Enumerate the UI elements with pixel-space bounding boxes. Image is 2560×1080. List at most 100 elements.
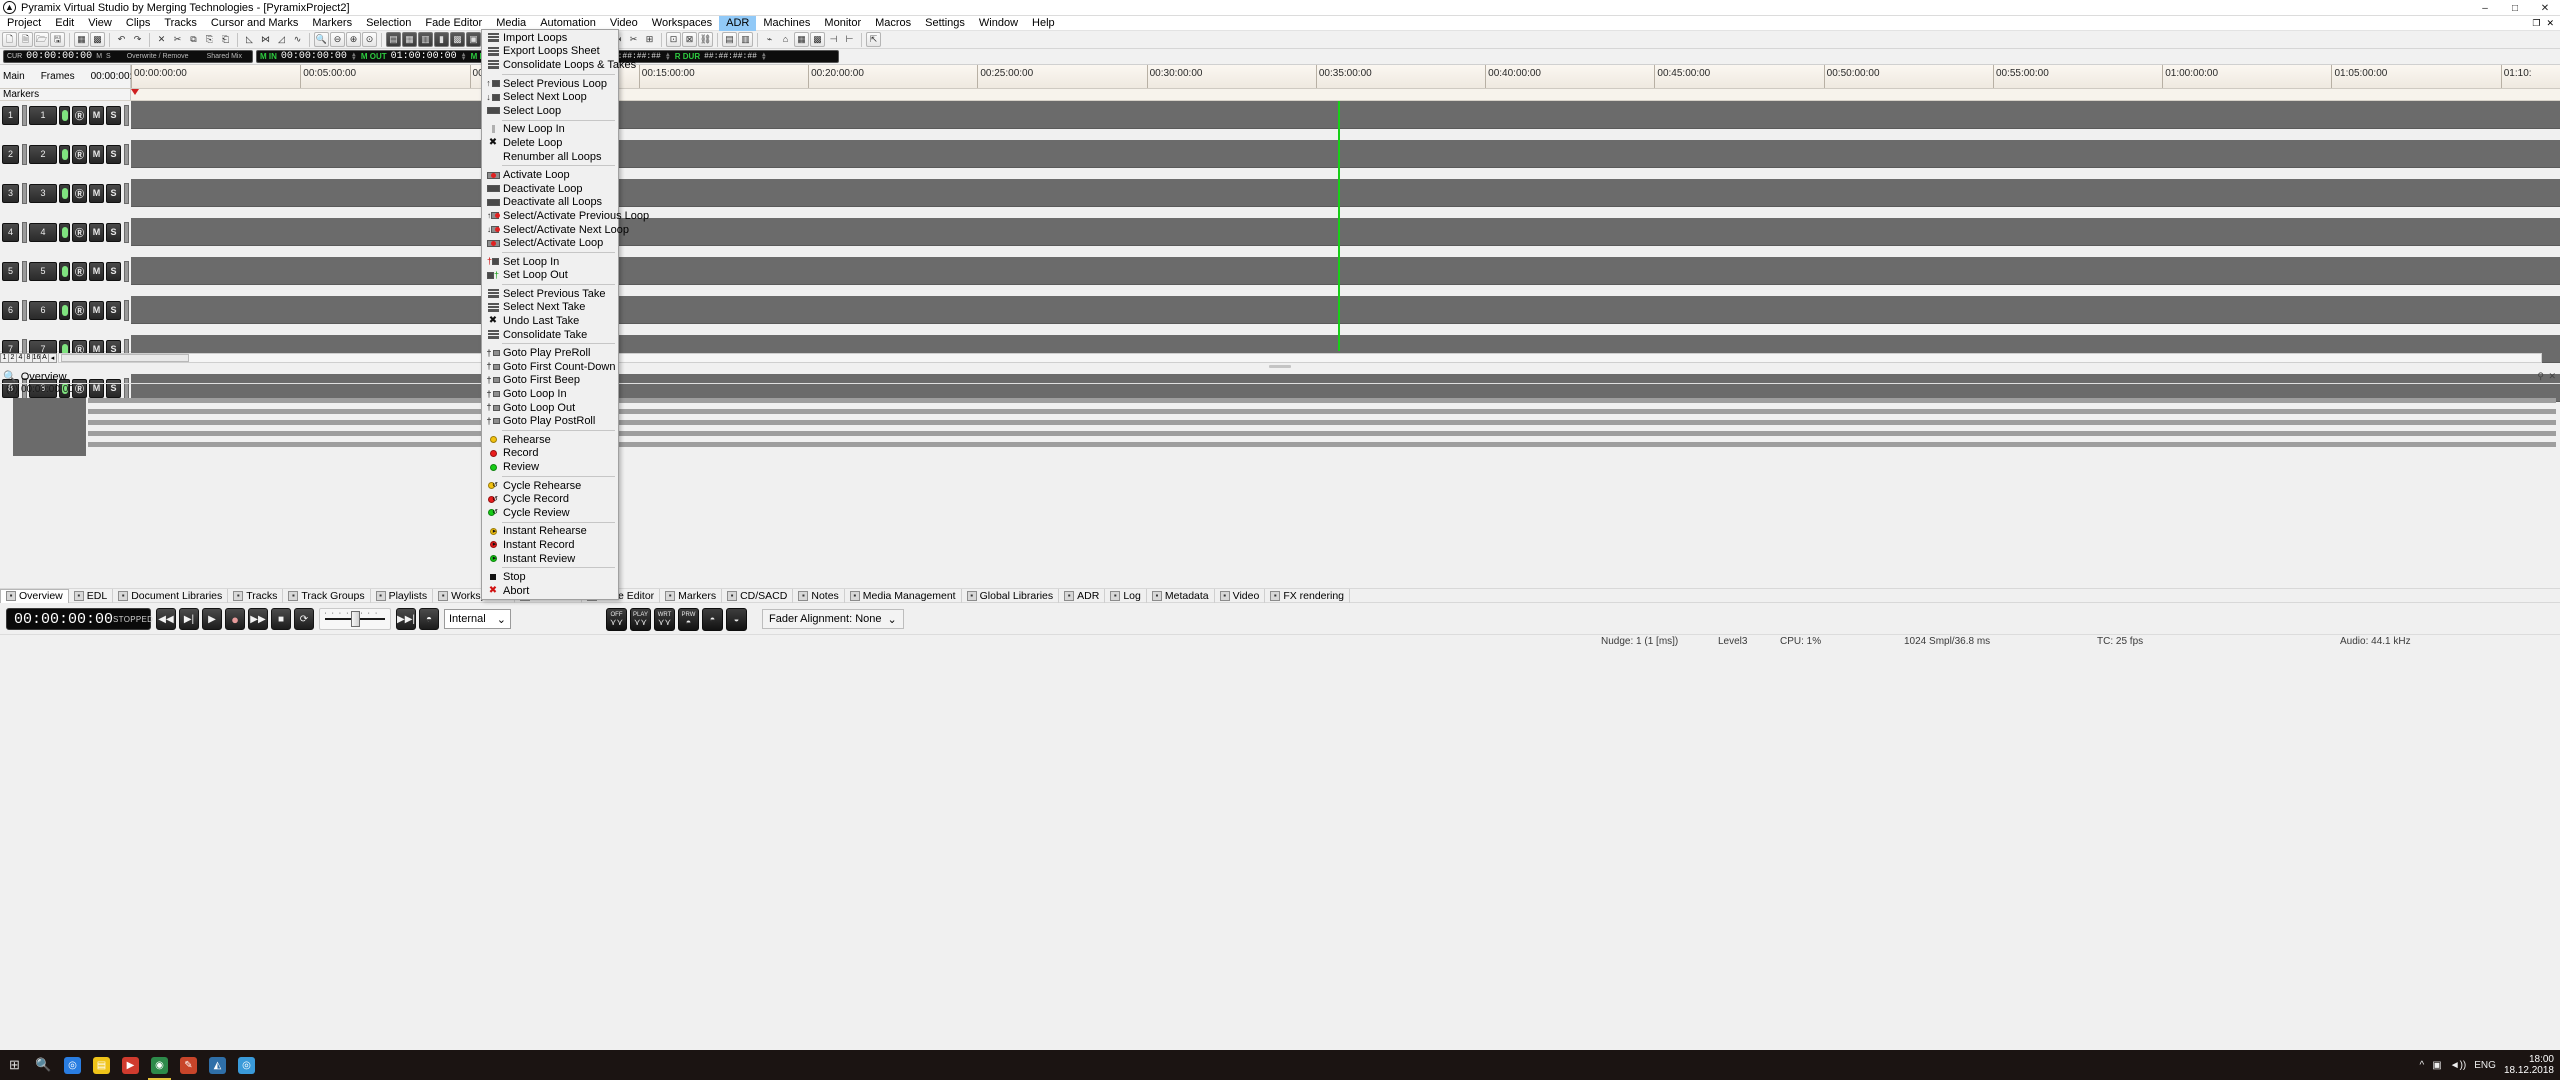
tab-notes[interactable]: ▪ Notes: [793, 588, 845, 603]
automation-write-button[interactable]: WRT ⋎⋎: [654, 607, 675, 631]
track-resize-handle[interactable]: [22, 104, 27, 126]
menu-tracks[interactable]: Tracks: [157, 16, 204, 31]
adr-menu-item-delete-loop[interactable]: ✖ Delete Loop: [482, 136, 618, 150]
tab-global-libraries[interactable]: ▪ Global Libraries: [962, 588, 1060, 603]
adr-menu-item-export-loops-sheet[interactable]: Export Loops Sheet: [482, 45, 618, 59]
track-header[interactable]: 5 5 Ⓡ M S: [0, 257, 131, 285]
track-solo-button[interactable]: S: [106, 144, 121, 164]
adr-menu-item-rehearse[interactable]: Rehearse: [482, 433, 618, 447]
track-resize-handle[interactable]: [22, 260, 27, 282]
tab-track-groups[interactable]: ▪ Track Groups: [283, 588, 371, 603]
adr-menu-item-select-activate-next-loop[interactable]: ↓ Select/Activate Next Loop: [482, 223, 629, 237]
transport-extra-buttons[interactable]: ▶▶| ◓: [396, 608, 439, 630]
zoom-in-icon[interactable]: ⊕: [346, 32, 361, 47]
track-header[interactable]: 2 2 Ⓡ M S: [0, 140, 131, 168]
window-layout-icon[interactable]: ▤: [386, 32, 401, 47]
automation-buttons[interactable]: OFF ⋎⋎ PLAY ⋎⋎ WRT ⋎⋎ PRW ◓ ◓ ◒: [606, 607, 747, 631]
track-fader-handle[interactable]: [124, 221, 129, 243]
spinner-icon[interactable]: ▲ ▼: [665, 52, 671, 62]
adr-menu-item-instant-rehearse[interactable]: ▸ Instant Rehearse: [482, 525, 618, 539]
rewind-button[interactable]: ◀◀: [156, 608, 176, 630]
tab-playlists[interactable]: ▪ Playlists: [371, 588, 434, 603]
render-icon[interactable]: ▦: [794, 32, 809, 47]
track-name[interactable]: 6: [29, 300, 57, 320]
track-resize-handle[interactable]: [22, 182, 27, 204]
tab-document-libraries[interactable]: ▪ Document Libraries: [113, 588, 229, 603]
menu-view[interactable]: View: [81, 16, 119, 31]
track-record-arm-button[interactable]: Ⓡ: [72, 261, 87, 281]
menu-machines[interactable]: Machines: [756, 16, 817, 31]
media-taskbar-icon[interactable]: ▶: [116, 1050, 145, 1080]
stop-button[interactable]: ■: [271, 608, 291, 630]
spinner-icon[interactable]: ▲ ▼: [351, 52, 357, 62]
menu-fade-editor[interactable]: Fade Editor: [418, 16, 489, 31]
adr-menu-item-select-previous-loop[interactable]: ↑ Select Previous Loop: [482, 77, 618, 91]
spinner-icon[interactable]: ▲ ▼: [761, 52, 767, 62]
browser2-taskbar-icon[interactable]: ◎: [232, 1050, 261, 1080]
network-icon[interactable]: ▣: [2432, 1060, 2441, 1071]
track-fader-handle[interactable]: [124, 260, 129, 282]
menu-project[interactable]: Project: [0, 16, 48, 31]
adr-menu-item-cycle-record[interactable]: ↺ Cycle Record: [482, 492, 618, 506]
adr-menu-item-undo-last-take[interactable]: ✖ Undo Last Take: [482, 314, 618, 328]
tab-adr[interactable]: ▪ ADR: [1059, 588, 1106, 603]
mdi-close-button[interactable]: ✕: [2546, 18, 2554, 29]
automation-preview-button[interactable]: PRW ◓: [678, 607, 699, 631]
menu-monitor[interactable]: Monitor: [817, 16, 868, 31]
transport-buttons[interactable]: ◀◀ ▶| ▶ ● ▶▶ ■ ⟳: [156, 608, 314, 630]
spinner-icon[interactable]: ▲ ▼: [461, 52, 467, 62]
adr-menu-item-activate-loop[interactable]: Activate Loop: [482, 168, 618, 182]
mixer-settings-icon[interactable]: ▩: [90, 32, 105, 47]
track-resize-handle[interactable]: [22, 299, 27, 321]
chrome-taskbar-icon[interactable]: ◎: [58, 1050, 87, 1080]
sync-point-icon[interactable]: ⊠: [682, 32, 697, 47]
track-record-arm-button[interactable]: Ⓡ: [72, 183, 87, 203]
tab-cd-sacd[interactable]: ▪ CD/SACD: [722, 588, 794, 603]
redo-icon[interactable]: ↷: [130, 32, 145, 47]
track-name[interactable]: 1: [29, 105, 57, 125]
align-left-icon[interactable]: ⊣: [826, 32, 841, 47]
record-button[interactable]: ●: [225, 608, 245, 630]
menu-window[interactable]: Window: [972, 16, 1025, 31]
new-project-icon[interactable]: 🗋: [2, 32, 17, 47]
normalize-icon[interactable]: ⌁: [762, 32, 777, 47]
tab-video[interactable]: ▪ Video: [1215, 588, 1266, 603]
track-name[interactable]: 2: [29, 144, 57, 164]
delete-icon[interactable]: ✕: [154, 32, 169, 47]
bottom-tab-strip[interactable]: ▪ Overview ▪ EDL ▪ Document Libraries ▪ Tracks ▪…: [0, 588, 2560, 603]
track-fader-handle[interactable]: [124, 104, 129, 126]
mdi-restore-button[interactable]: ❐: [2532, 18, 2540, 29]
tab-metadata[interactable]: ▪ Metadata: [1147, 588, 1215, 603]
track-header[interactable]: 3 3 Ⓡ M S: [0, 179, 131, 207]
start-button[interactable]: ⊞: [0, 1050, 29, 1080]
cursor-timecode-display[interactable]: CUR 00:00:00:00 M S Overwrite / Remove S…: [3, 50, 253, 63]
horizontal-scrollbar[interactable]: [58, 352, 2542, 363]
paste-icon[interactable]: ⎘: [202, 32, 217, 47]
tab-overview[interactable]: ▪ Overview: [0, 588, 69, 603]
paste-special-icon[interactable]: ⎗: [218, 32, 233, 47]
track-record-arm-button[interactable]: Ⓡ: [72, 105, 87, 125]
adr-menu-item-goto-play-postroll[interactable]: † Goto Play PostRoll: [482, 414, 618, 428]
adr-menu-item-instant-record[interactable]: ▸ Instant Record: [482, 538, 618, 552]
adr-menu-item-stop[interactable]: Stop: [482, 570, 618, 584]
adr-menu-item-select-next-take[interactable]: Select Next Take: [482, 301, 618, 315]
adr-menu-item-record[interactable]: Record: [482, 447, 618, 461]
group-icon[interactable]: ▤: [722, 32, 737, 47]
track-fader-handle[interactable]: [124, 299, 129, 321]
sync-source-select[interactable]: Internal ⌄: [444, 609, 511, 629]
adr-menu-item-consolidate-take[interactable]: Consolidate Take: [482, 328, 618, 342]
merging-taskbar-icon[interactable]: ◭: [203, 1050, 232, 1080]
track-name[interactable]: 5: [29, 261, 57, 281]
volume-icon[interactable]: ◄)): [2450, 1060, 2467, 1071]
tab-markers[interactable]: ▪ Markers: [660, 588, 723, 603]
adr-menu-item-goto-first-beep[interactable]: † Goto First Beep: [482, 374, 618, 388]
fast-forward-button[interactable]: ▶▶: [248, 608, 268, 630]
taskbar-apps[interactable]: ◎ ▤ ▶ ◉ ✎ ◭ ◎: [58, 1050, 261, 1080]
tracks-view-icon[interactable]: ▥: [418, 32, 433, 47]
tab-tracks[interactable]: ▪ Tracks: [228, 588, 284, 603]
record-timecode-display[interactable]: ##:##:##:## ▲ ▼ R DUR ##:##:##:## ▲ ▼: [604, 50, 839, 63]
open-document-icon[interactable]: 🗎: [18, 32, 33, 47]
align-right-icon[interactable]: ⊢: [842, 32, 857, 47]
adr-menu-item-review[interactable]: Review: [482, 460, 618, 474]
adr-menu-item-abort[interactable]: ✖ Abort: [482, 584, 618, 598]
